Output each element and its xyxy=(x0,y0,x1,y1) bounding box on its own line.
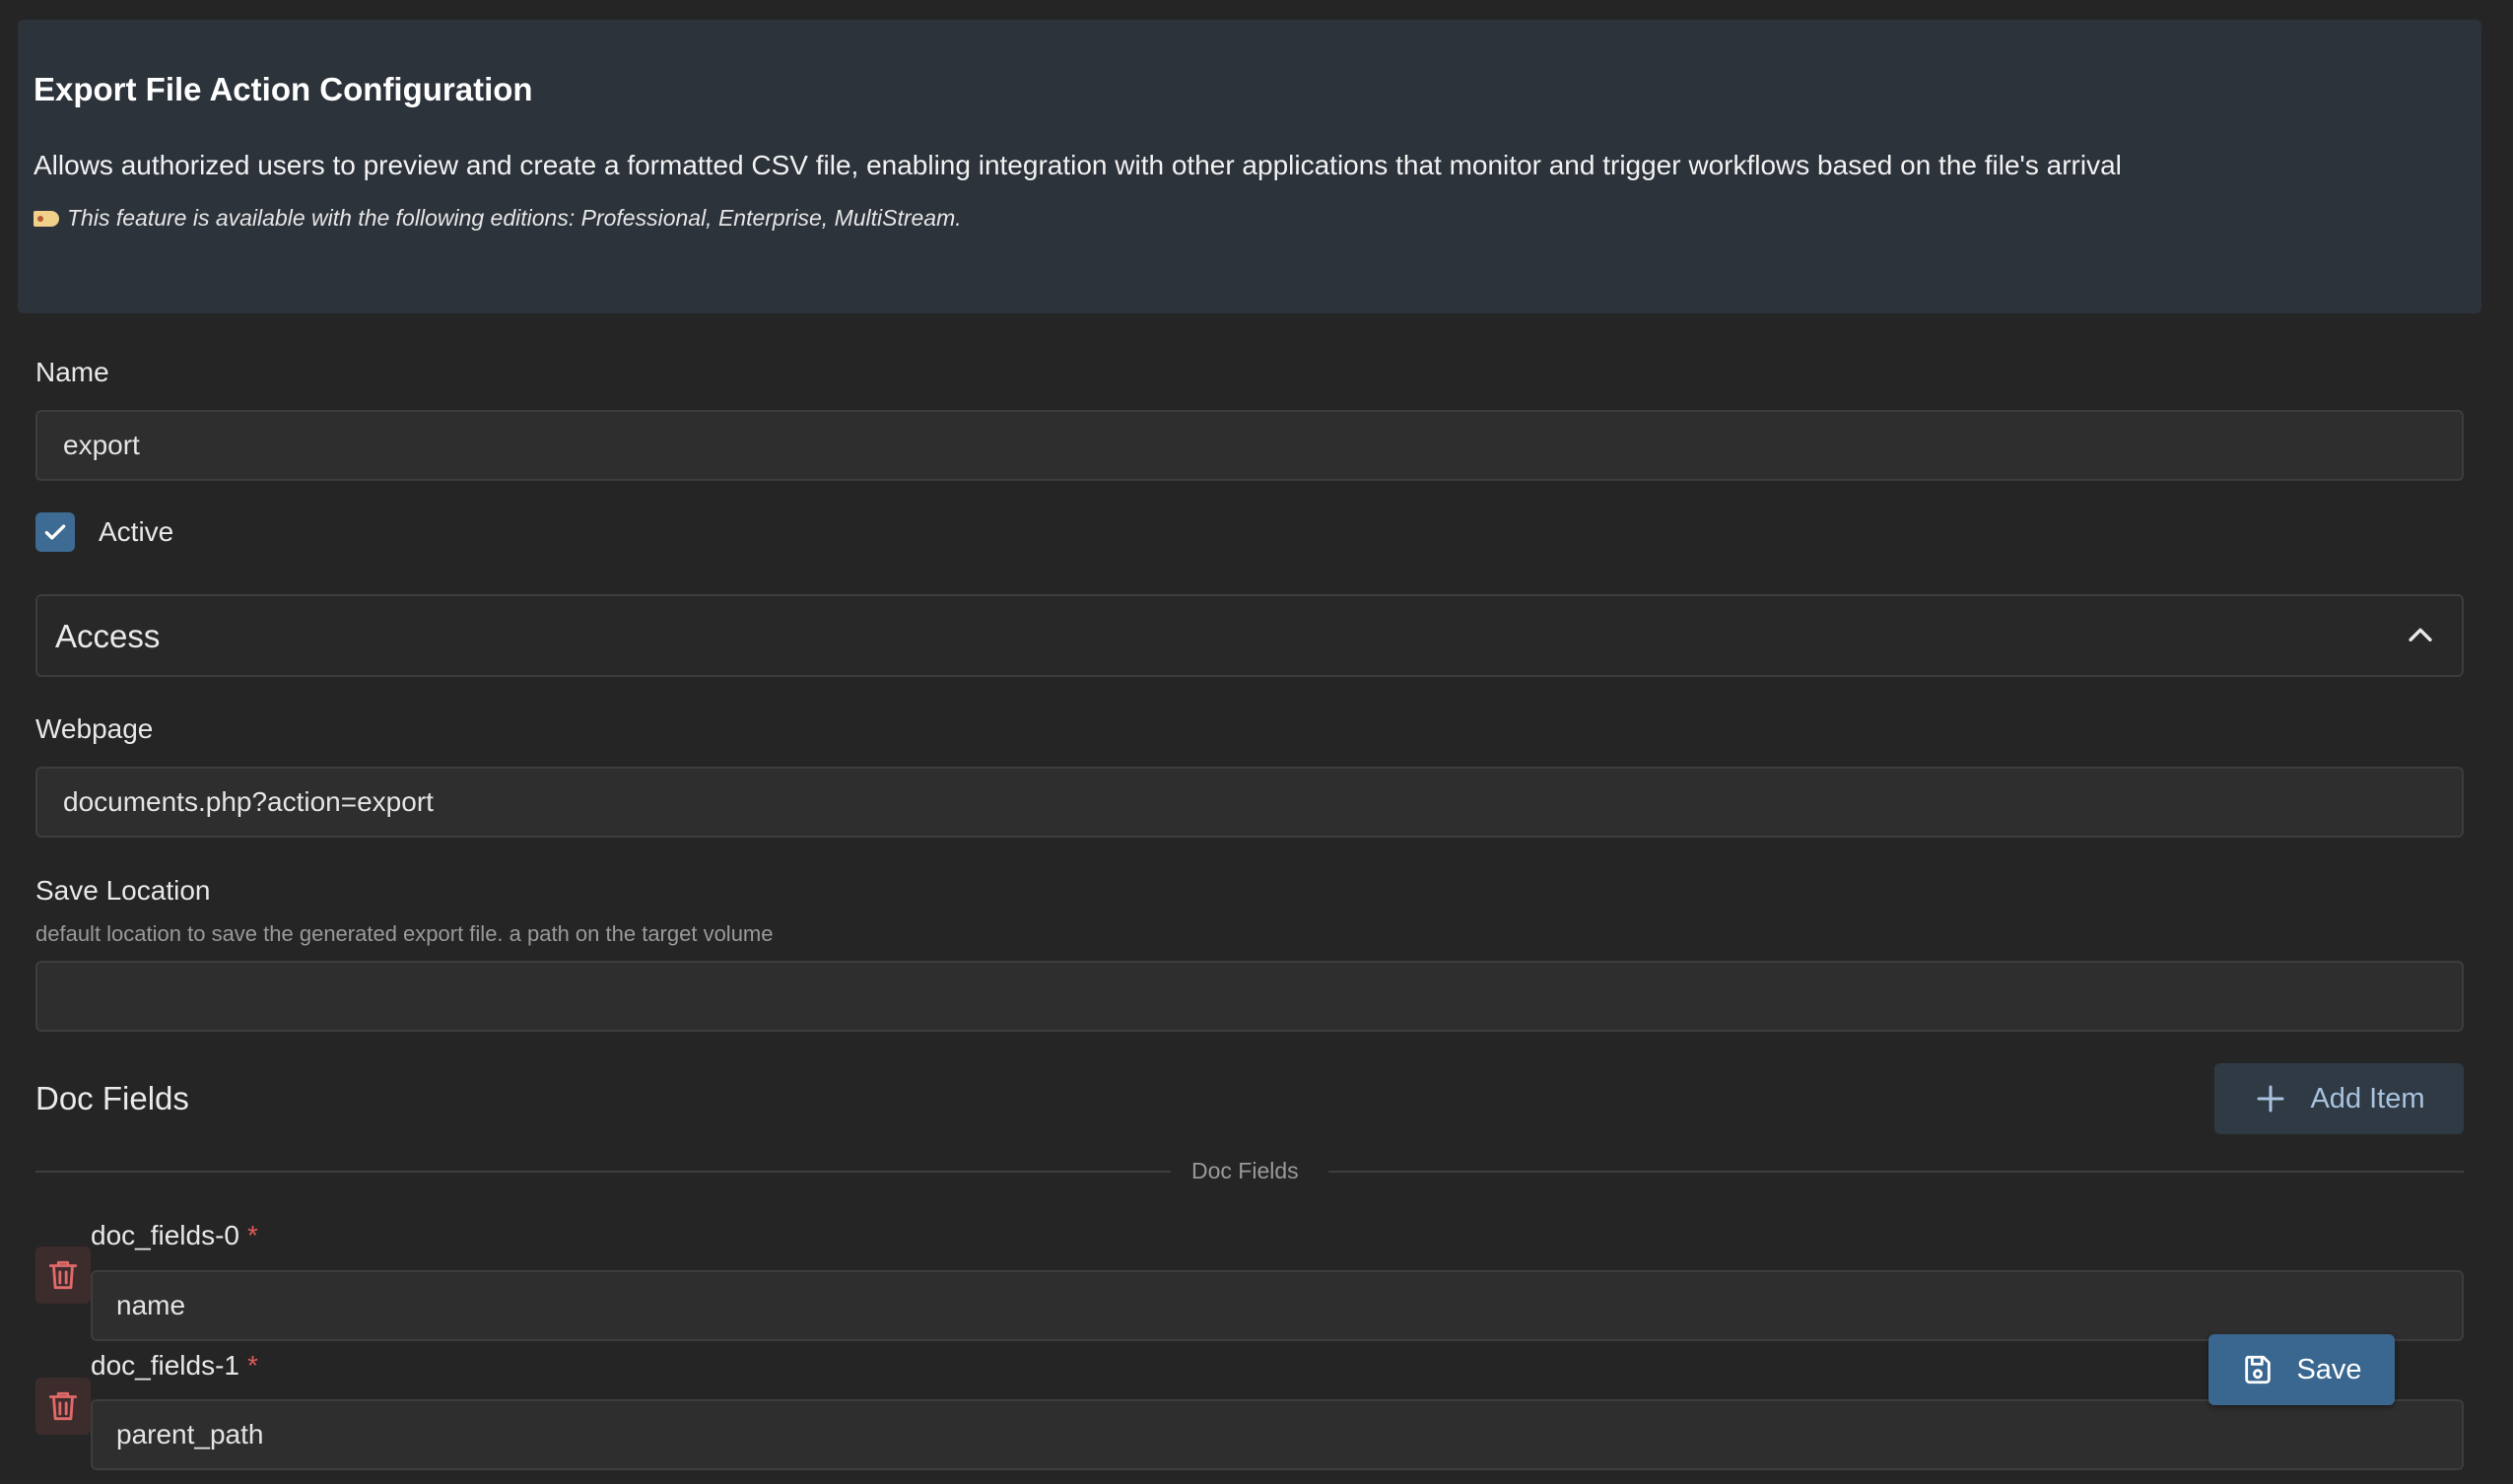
save-location-label: Save Location xyxy=(35,875,211,906)
access-accordion-title: Access xyxy=(55,618,161,654)
add-item-label: Add Item xyxy=(2310,1082,2425,1114)
divider-right xyxy=(1328,1171,2464,1173)
doc-field-1-label: doc_fields-1 * xyxy=(91,1350,258,1382)
page-title: Export File Action Configuration xyxy=(34,71,533,107)
chevron-up-icon[interactable] xyxy=(2401,616,2440,655)
access-accordion[interactable]: Access xyxy=(35,594,2464,677)
active-checkbox[interactable] xyxy=(35,512,75,552)
doc-field-0-label: doc_fields-0 * xyxy=(91,1220,258,1251)
delete-doc-field-0-button[interactable] xyxy=(35,1247,91,1304)
doc-field-0-input[interactable]: name xyxy=(91,1270,2464,1341)
save-button[interactable]: Save xyxy=(2208,1334,2395,1405)
webpage-input[interactable]: documents.php?action=export xyxy=(35,767,2464,838)
export-action-config-page: Export File Action Configuration Allows … xyxy=(0,0,2513,1484)
save-location-help: default location to save the generated e… xyxy=(35,921,774,946)
save-label: Save xyxy=(2296,1353,2362,1385)
editions-note-text: This feature is available with the follo… xyxy=(67,205,962,231)
name-input[interactable]: export xyxy=(35,410,2464,481)
name-label: Name xyxy=(35,357,109,387)
check-icon xyxy=(44,524,66,540)
save-location-input[interactable] xyxy=(35,961,2464,1032)
divider-left xyxy=(35,1171,1171,1173)
trash-icon xyxy=(48,1260,78,1290)
doc-field-1-input[interactable]: parent_path xyxy=(91,1399,2464,1470)
doc-field-0-label-text: doc_fields-0 xyxy=(91,1220,239,1250)
tag-icon xyxy=(34,210,59,227)
editions-note: This feature is available with the follo… xyxy=(34,205,962,232)
doc-field-1-label-text: doc_fields-1 xyxy=(91,1350,239,1381)
floppy-disk-icon xyxy=(2245,1355,2272,1384)
doc-fields-title: Doc Fields xyxy=(35,1080,189,1116)
page-description: Allows authorized users to preview and c… xyxy=(34,150,2122,180)
required-mark: * xyxy=(246,1350,258,1381)
plus-icon xyxy=(2257,1085,2284,1113)
delete-doc-field-1-button[interactable] xyxy=(35,1378,91,1435)
add-item-button[interactable]: Add Item xyxy=(2214,1063,2464,1134)
divider-label: Doc Fields xyxy=(1191,1158,1299,1183)
active-label[interactable]: Active xyxy=(99,516,173,548)
webpage-label: Webpage xyxy=(35,713,154,744)
required-mark: * xyxy=(246,1220,258,1250)
trash-icon xyxy=(48,1391,78,1421)
